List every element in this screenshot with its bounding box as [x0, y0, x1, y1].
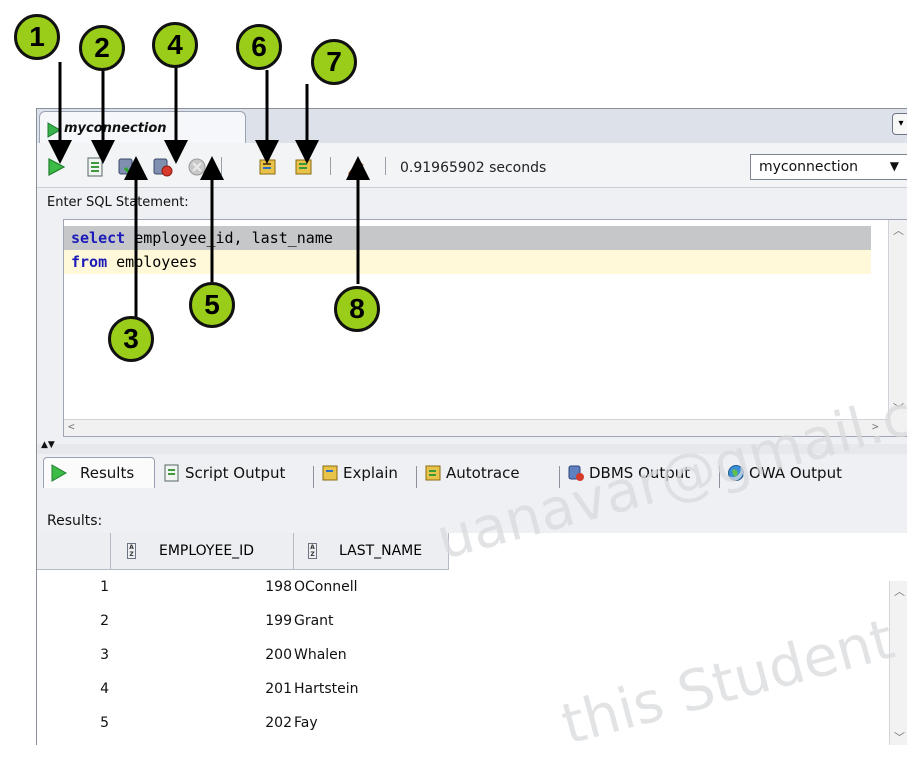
callout-2: 2 — [79, 25, 125, 71]
toolbar-separator — [221, 157, 222, 175]
commit-button[interactable] — [117, 156, 139, 178]
employee-id-cell[interactable]: 198 — [112, 570, 292, 604]
run-statement-button[interactable] — [45, 156, 67, 178]
table-row[interactable]: 4 201 Hartstein — [37, 672, 449, 706]
rollback-button[interactable] — [152, 156, 174, 178]
tab-list-menu-button[interactable]: ▾ — [892, 113, 907, 135]
tab-separator — [313, 466, 314, 488]
callout-8: 8 — [334, 286, 380, 332]
row-number: 1 — [100, 579, 109, 595]
employee-id-cell[interactable]: 199 — [112, 604, 292, 638]
editor-line[interactable]: select employee_id, last_name — [64, 226, 871, 250]
sort-az-icon[interactable]: AZ — [127, 543, 136, 559]
chevron-down-icon: ▼ — [889, 159, 899, 173]
last-name-cell[interactable]: Hartstein — [294, 672, 444, 706]
editor-line[interactable]: from employees — [64, 250, 871, 274]
scroll-left-icon[interactable]: < — [68, 420, 75, 433]
row-number: 4 — [100, 681, 109, 697]
sql-text: employee_id, last_name — [125, 229, 333, 247]
tab-results[interactable]: Results — [43, 457, 155, 488]
last-name-cell[interactable]: Whalen — [294, 638, 444, 672]
toolbar-separator — [385, 157, 386, 175]
results-label: Results: — [47, 513, 103, 529]
grid-header: AZ EMPLOYEE_ID AZ LAST_NAME — [37, 533, 449, 570]
sql-editor-label: Enter SQL Statement: — [47, 195, 189, 210]
table-row[interactable]: 5 202 Fay — [37, 706, 449, 740]
sql-keyword: from — [71, 253, 108, 271]
column-header-employee-id[interactable]: AZ EMPLOYEE_ID — [111, 533, 294, 569]
script-icon — [164, 464, 179, 482]
employee-id-cell[interactable]: 200 — [112, 638, 292, 672]
sql-text: employees — [107, 253, 198, 271]
tab-title: myconnection — [64, 121, 167, 136]
tab-results-label: Results — [80, 464, 135, 482]
sort-az-icon[interactable]: AZ — [308, 543, 317, 559]
play-icon — [47, 122, 61, 138]
last-name-cell[interactable]: Grant — [294, 604, 444, 638]
scroll-up-icon[interactable]: ︿ — [894, 583, 905, 599]
tab-myconnection[interactable]: myconnection — [39, 111, 246, 144]
clear-button[interactable] — [344, 156, 366, 178]
worksheet-toolbar: 0.91965902 seconds myconnection ▼ — [37, 143, 907, 188]
callout-5: 5 — [189, 282, 235, 328]
callout-4: 4 — [152, 22, 198, 68]
explain-plan-button[interactable] — [257, 156, 279, 178]
callout-3: 3 — [108, 316, 154, 362]
row-number: 3 — [100, 647, 109, 663]
run-script-button[interactable] — [84, 156, 106, 178]
employee-id-cell[interactable]: 201 — [112, 672, 292, 706]
cancel-button[interactable] — [186, 156, 208, 178]
connection-select[interactable]: myconnection ▼ — [750, 154, 907, 180]
connection-select-value: myconnection — [759, 159, 859, 175]
row-number: 2 — [100, 613, 109, 629]
tab-strip: myconnection ▾ — [37, 109, 907, 144]
column-header-label: EMPLOYEE_ID — [159, 543, 255, 559]
row-number-header — [37, 533, 111, 569]
last-name-cell[interactable]: OConnell — [294, 570, 444, 604]
callout-1: 1 — [14, 14, 60, 60]
explain-icon — [322, 465, 338, 481]
employee-id-cell[interactable]: 202 — [112, 706, 292, 740]
row-number: 5 — [100, 715, 109, 731]
toolbar-separator — [330, 157, 331, 175]
tab-separator — [416, 466, 417, 488]
sql-editor[interactable]: select employee_id, last_name from emplo… — [63, 219, 907, 437]
scroll-up-icon[interactable]: ︿ — [893, 222, 904, 238]
tab-autotrace-label: Autotrace — [446, 464, 520, 482]
table-row[interactable]: 2 199 Grant — [37, 604, 449, 638]
callout-6: 6 — [236, 24, 282, 70]
autotrace-button[interactable] — [293, 156, 315, 178]
scroll-down-icon[interactable]: ﹀ — [894, 729, 905, 745]
autotrace-icon — [425, 465, 441, 481]
tab-explain-label: Explain — [343, 464, 398, 482]
column-header-last-name[interactable]: AZ LAST_NAME — [294, 533, 449, 569]
table-row[interactable]: 1 198 OConnell — [37, 570, 449, 604]
sql-keyword: select — [71, 229, 126, 247]
tab-script-output-label: Script Output — [185, 464, 286, 482]
column-header-label: LAST_NAME — [339, 543, 423, 559]
callout-7: 7 — [311, 39, 357, 85]
last-name-cell[interactable]: Fay — [294, 706, 444, 740]
play-icon — [51, 464, 68, 482]
table-row[interactable]: 3 200 Whalen — [37, 638, 449, 672]
elapsed-time: 0.91965902 seconds — [400, 160, 547, 176]
splitter-arrows-icon[interactable]: ▲▼ — [41, 441, 55, 450]
